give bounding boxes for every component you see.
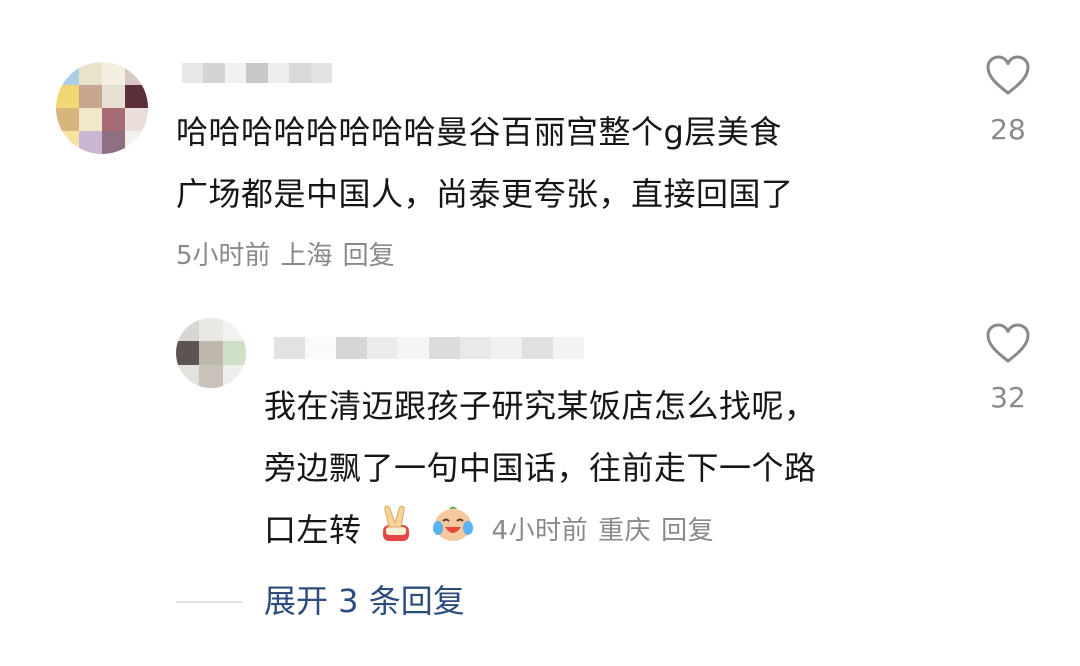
- comment-author-name[interactable]: [182, 63, 332, 83]
- victory-hand-emoji: [376, 501, 416, 563]
- comment-meta: 5小时前 上海 回复: [176, 238, 405, 274]
- reply-meta: 4小时前 重庆 回复: [492, 516, 725, 546]
- reply-reply-button[interactable]: 回复: [661, 516, 714, 546]
- reply-text-line: 旁边飘了一句中国话，往前走下一个路: [264, 449, 817, 487]
- heart-icon: [986, 323, 1030, 363]
- comment-text-line: 广场都是中国人，尚泰更夸张，直接回国了: [176, 175, 794, 213]
- expand-divider: [176, 601, 242, 603]
- comment-text: 哈哈哈哈哈哈哈哈曼谷百丽宫整个g层美食 广场都是中国人，尚泰更夸张，直接回国了: [176, 101, 794, 225]
- comment-like-count: 28: [990, 113, 1026, 146]
- reply-author-name[interactable]: [274, 337, 584, 359]
- reply-text: 我在清迈跟孩子研究某饭店怎么找呢， 旁边飘了一句中国话，往前走下一个路 口左转: [264, 375, 817, 563]
- reply-like-count: 32: [990, 381, 1026, 414]
- expand-replies-button[interactable]: 展开 3 条回复: [264, 580, 465, 622]
- comment-location: 上海: [280, 241, 333, 271]
- comment-like-button[interactable]: 28: [978, 54, 1038, 148]
- reply-like-button[interactable]: 32: [978, 322, 1038, 416]
- comment-text-line: 哈哈哈哈哈哈哈哈曼谷百丽宫整个g层美食: [176, 113, 782, 151]
- reply-avatar[interactable]: [176, 318, 246, 388]
- comment-reply-button[interactable]: 回复: [343, 241, 395, 271]
- reply-location: 重庆: [598, 516, 652, 546]
- avatar[interactable]: [56, 62, 148, 154]
- reply-text-line: 口左转: [264, 511, 362, 549]
- comment-thread: 哈哈哈哈哈哈哈哈曼谷百丽宫整个g层美食 广场都是中国人，尚泰更夸张，直接回国了 …: [0, 0, 1080, 666]
- heart-icon: [986, 55, 1030, 95]
- reply-text-line: 我在清迈跟孩子研究某饭店怎么找呢，: [264, 387, 817, 425]
- comment-time: 5小时前: [176, 241, 271, 271]
- reply-last-line: 口左转 4小时前 重庆 回复: [264, 499, 817, 563]
- laughing-tears-emoji: [431, 501, 475, 563]
- reply-time: 4小时前: [491, 516, 589, 546]
